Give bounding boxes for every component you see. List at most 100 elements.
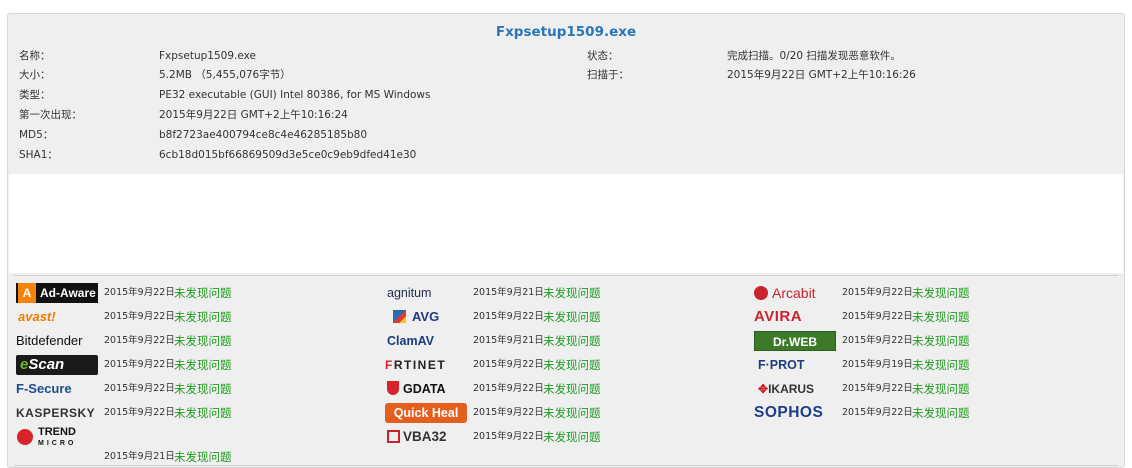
scan-result: 未发现问题: [174, 406, 232, 420]
avg-mark-icon: [393, 310, 406, 323]
fortinet-logo-text: RTINET: [393, 358, 447, 372]
fortinet-logo: FRTINET: [385, 355, 467, 375]
scan-result: 未发现问题: [543, 406, 601, 420]
scan-date: 2015年9月22日: [842, 407, 913, 418]
scan-result: 未发现问题: [543, 286, 601, 300]
scan-result: 未发现问题: [912, 382, 970, 396]
scan-date: 2015年9月22日: [104, 407, 175, 418]
fortinet-logo-f: F: [385, 358, 394, 372]
ikarus-logo-text: IKARUS: [768, 382, 815, 396]
fprot-logo: F·PROT: [754, 355, 836, 375]
value-scanned-at: 2015年9月22日 GMT+2上午10:16:26: [727, 69, 916, 81]
scan-result: 未发现问题: [543, 310, 601, 324]
scan-date: 2015年9月22日: [473, 431, 544, 442]
adaware-logo-text: Ad-Aware: [40, 286, 96, 300]
scan-date: 2015年9月22日: [473, 407, 544, 418]
scan-date: 2015年9月22日: [104, 311, 175, 322]
scan-date: 2015年9月22日: [842, 335, 913, 346]
ikarus-logo: ✥IKARUS: [754, 379, 836, 399]
value-first-seen: 2015年9月22日 GMT+2上午10:16:24: [159, 109, 348, 121]
bitdefender-logo-text: Bitdefender: [16, 333, 83, 348]
adaware-logo: A Ad-Aware: [16, 283, 98, 303]
clamav-logo-text: ClamAV: [387, 334, 435, 348]
scan-result: 未发现问题: [912, 358, 970, 372]
scanner-row-trendmicro: TREND MICRO 2015年9月21日 未发现问题: [16, 426, 316, 464]
scanner-row-agnitum: agnitum 2015年9月21日 未发现问题: [385, 282, 685, 304]
info-row-type: 类型： PE32 executable (GUI) Intel 80386, f…: [8, 87, 1124, 103]
scan-report-panel: Fxpsetup1509.exe 名称： Fxpsetup1509.exe 状态…: [7, 13, 1125, 468]
scanner-row-avira: AVIRA 2015年9月22日 未发现问题: [754, 306, 1054, 328]
bottom-divider: [14, 465, 1118, 466]
drweb-logo-text: Dr.WEB: [772, 335, 817, 349]
trendmicro-logo-bottom: MICRO: [38, 440, 77, 447]
scan-result: 未发现问题: [543, 358, 601, 372]
scanner-row-clamav: ClamAV 2015年9月21日 未发现问题: [385, 330, 685, 352]
drweb-logo: Dr.WEB: [754, 331, 836, 351]
scan-result: 未发现问题: [912, 286, 970, 300]
info-row-sha1: SHA1： 6cb18d015bf66869509d3e5ce0c9eb9dfe…: [8, 147, 1124, 163]
bitdefender-logo: Bitdefender: [16, 331, 98, 351]
scanner-row-bitdefender: Bitdefender 2015年9月22日 未发现问题: [16, 330, 316, 352]
scanner-row-ikarus: ✥IKARUS 2015年9月22日 未发现问题: [754, 378, 1054, 400]
escan-logo-text: Scan: [28, 356, 65, 373]
label-md5: MD5：: [19, 129, 54, 141]
scanner-row-kaspersky: KASPERSKY 2015年9月22日 未发现问题: [16, 402, 316, 424]
fprot-logo-text: F·PROT: [758, 358, 805, 372]
vba32-mark-icon: [387, 430, 400, 443]
avast-logo: avast!: [16, 307, 98, 327]
scanner-row-quickheal: Quick Heal 2015年9月22日 未发现问题: [385, 402, 685, 424]
label-name: 名称：: [19, 50, 51, 62]
scan-date: 2015年9月22日: [104, 383, 175, 394]
value-size: 5.2MB （5,455,076字节）: [159, 69, 291, 81]
sophos-logo-text: SOPHOS: [754, 404, 824, 421]
scan-date: 2015年9月22日: [104, 359, 175, 370]
scanner-row-fprot: F·PROT 2015年9月19日 未发现问题: [754, 354, 1054, 376]
label-scanned-at: 扫描于：: [587, 69, 629, 81]
label-size: 大小：: [19, 69, 51, 81]
scan-result: 未发现问题: [174, 310, 232, 324]
info-row-size: 大小： 5.2MB （5,455,076字节） 扫描于： 2015年9月22日 …: [8, 67, 1124, 83]
label-type: 类型：: [19, 89, 51, 101]
avira-logo-text: AVIRA: [754, 308, 803, 325]
scan-result: 未发现问题: [912, 334, 970, 348]
value-md5: b8f2723ae400794ce8c4e46285185b80: [159, 129, 368, 141]
divider: [14, 275, 1118, 276]
value-name: Fxpsetup1509.exe: [159, 50, 256, 62]
scanner-row-arcabit: Arcabit 2015年9月22日 未发现问题: [754, 282, 1054, 304]
info-row-md5: MD5： b8f2723ae400794ce8c4e46285185b80: [8, 127, 1124, 143]
scan-result: 未发现问题: [912, 310, 970, 324]
arcabit-logo: Arcabit: [754, 283, 836, 303]
avg-logo: AVG: [385, 307, 467, 327]
value-status: 完成扫描。0/20 扫描发现恶意软件。: [727, 50, 901, 62]
kaspersky-logo: KASPERSKY: [16, 403, 98, 423]
scan-result: 未发现问题: [912, 406, 970, 420]
scanner-row-drweb: Dr.WEB 2015年9月22日 未发现问题: [754, 330, 1054, 352]
scan-date: 2015年9月22日: [473, 311, 544, 322]
agnitum-logo: agnitum: [385, 283, 467, 303]
arcabit-mark-icon: [754, 286, 768, 300]
scan-date: 2015年9月21日: [473, 335, 544, 346]
scan-date: 2015年9月22日: [104, 335, 175, 346]
agnitum-logo-text: agnitum: [387, 286, 432, 300]
vba32-logo-text: VBA32: [403, 429, 447, 444]
scanner-row-adaware: A Ad-Aware 2015年9月22日 未发现问题: [16, 282, 316, 304]
quickheal-logo: Quick Heal: [385, 403, 467, 423]
scanner-row-sophos: SOPHOS 2015年9月22日 未发现问题: [754, 402, 1054, 424]
scan-date: 2015年9月22日: [842, 287, 913, 298]
info-row-name: 名称： Fxpsetup1509.exe 状态： 完成扫描。0/20 扫描发现恶…: [8, 48, 1124, 64]
scan-date: 2015年9月22日: [842, 311, 913, 322]
scan-date: 2015年9月22日: [473, 383, 544, 394]
scan-date: 2015年9月22日: [842, 383, 913, 394]
avast-logo-text: avast!: [18, 309, 56, 324]
clamav-logo: ClamAV: [385, 331, 467, 351]
scan-date: 2015年9月22日: [104, 287, 175, 298]
blank-area: [9, 174, 1123, 273]
scan-result: 未发现问题: [543, 382, 601, 396]
scanner-row-avast: avast! 2015年9月22日 未发现问题: [16, 306, 316, 328]
gdata-logo-text: GDATA: [403, 382, 446, 396]
scan-result: 未发现问题: [174, 286, 232, 300]
value-type: PE32 executable (GUI) Intel 80386, for M…: [159, 89, 431, 101]
gdata-logo: GDATA: [385, 379, 467, 399]
value-sha1: 6cb18d015bf66869509d3e5ce0c9eb9dfed41e30: [159, 149, 417, 161]
scan-result: 未发现问题: [174, 334, 232, 348]
